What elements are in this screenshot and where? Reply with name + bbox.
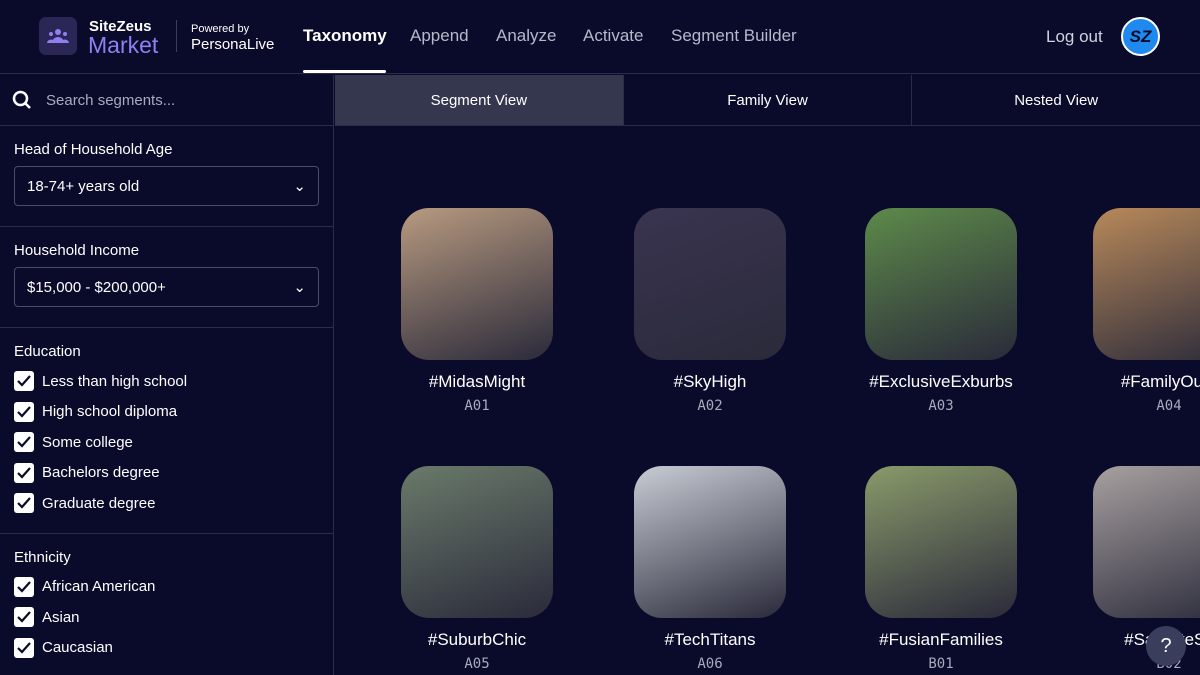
nav-segment-builder[interactable]: Segment Builder bbox=[671, 26, 797, 46]
segment-code: B01 bbox=[928, 656, 954, 672]
checkbox-option[interactable]: Bachelors degree bbox=[14, 458, 319, 489]
segment-image[interactable] bbox=[1093, 208, 1200, 360]
segment-card[interactable]: #SkyHigh A02 bbox=[634, 208, 786, 414]
segment-name[interactable]: #FamilyOutp bbox=[1093, 372, 1200, 392]
tab-segment-view[interactable]: Segment View bbox=[335, 75, 624, 125]
segment-card[interactable]: #ExclusiveExburbs A03 bbox=[865, 208, 1017, 414]
segment-code: A02 bbox=[697, 398, 723, 414]
segment-code: A06 bbox=[697, 656, 723, 672]
checkbox-option[interactable]: Some college bbox=[14, 427, 319, 458]
checkbox-checked-icon[interactable] bbox=[14, 401, 34, 422]
checkbox-label: African American bbox=[42, 578, 156, 596]
checkbox-checked-icon[interactable] bbox=[14, 576, 34, 597]
brand-product: Market bbox=[88, 32, 159, 58]
checkbox-option[interactable]: African American bbox=[14, 572, 319, 603]
segment-card[interactable]: #SuburbChic A05 bbox=[401, 466, 553, 672]
powered-by: Powered by bbox=[191, 23, 250, 35]
ethnicity-label: Ethnicity bbox=[14, 548, 71, 566]
segment-image[interactable] bbox=[634, 466, 786, 618]
age-value: 18-74+ years old bbox=[27, 177, 140, 195]
checkbox-label: High school diploma bbox=[42, 403, 178, 421]
education-filter: Education Less than high school High scho… bbox=[0, 328, 333, 534]
checkbox-checked-icon[interactable] bbox=[14, 432, 34, 453]
checkbox-option[interactable]: Caucasian bbox=[14, 633, 319, 664]
segment-card[interactable]: #FamilyOutp A04 bbox=[1093, 208, 1200, 414]
segment-image[interactable] bbox=[1093, 466, 1200, 618]
nav-taxonomy[interactable]: Taxonomy bbox=[303, 26, 387, 46]
chevron-down-icon: ⌄ bbox=[293, 279, 306, 296]
segment-card[interactable]: #TechTitans A06 bbox=[634, 466, 786, 672]
filter-sidebar: Head of Household Age 18-74+ years old⌄ … bbox=[0, 75, 334, 675]
checkbox-checked-icon[interactable] bbox=[14, 371, 34, 392]
nav-analyze[interactable]: Analyze bbox=[496, 26, 556, 46]
checkbox-label: Caucasian bbox=[42, 639, 113, 657]
education-label: Education bbox=[14, 343, 81, 360]
top-header: SiteZeus Market Powered by PersonaLive T… bbox=[0, 0, 1200, 74]
income-label: Household Income bbox=[14, 242, 140, 259]
segment-card[interactable]: #MidasMight A01 bbox=[401, 208, 553, 414]
checkbox-option[interactable]: High school diploma bbox=[14, 397, 319, 428]
active-nav-indicator bbox=[303, 70, 386, 73]
view-tabs: Segment View Family View Nested View bbox=[335, 75, 1200, 126]
segment-image[interactable] bbox=[865, 208, 1017, 360]
nav-activate[interactable]: Activate bbox=[583, 26, 643, 46]
divider bbox=[176, 20, 177, 52]
tab-nested-view[interactable]: Nested View bbox=[912, 75, 1200, 125]
checkbox-checked-icon[interactable] bbox=[14, 462, 34, 483]
segment-name[interactable]: #FusianFamilies bbox=[865, 630, 1017, 650]
segment-code: A05 bbox=[464, 656, 490, 672]
avatar[interactable]: SZ bbox=[1121, 17, 1160, 56]
segment-code: A03 bbox=[928, 398, 954, 414]
ethnicity-filter: Ethnicity African American Asian Caucasian bbox=[0, 534, 333, 675]
income-select[interactable]: $15,000 - $200,000+ ⌄ bbox=[14, 267, 319, 307]
segment-name[interactable]: #SuburbChic bbox=[401, 630, 553, 650]
segment-image[interactable] bbox=[634, 208, 786, 360]
search-bar bbox=[0, 75, 333, 126]
segment-name[interactable]: #TechTitans bbox=[634, 630, 786, 650]
segment-card[interactable]: #FusianFamilies B01 bbox=[865, 466, 1017, 672]
checkbox-checked-icon[interactable] bbox=[14, 637, 34, 658]
checkbox-label: Some college bbox=[42, 433, 133, 451]
checkbox-option[interactable]: Graduate degree bbox=[14, 488, 319, 519]
age-label: Head of Household Age bbox=[14, 141, 173, 158]
income-value: $15,000 - $200,000+ bbox=[27, 278, 166, 296]
tab-family-view[interactable]: Family View bbox=[624, 75, 913, 125]
checkbox-option[interactable]: Less than high school bbox=[14, 366, 319, 397]
segment-code: A01 bbox=[464, 398, 490, 414]
segment-image[interactable] bbox=[401, 208, 553, 360]
checkbox-checked-icon[interactable] bbox=[14, 493, 34, 514]
partner-name: PersonaLive bbox=[191, 36, 275, 53]
segment-image[interactable] bbox=[401, 466, 553, 618]
segment-image[interactable] bbox=[865, 466, 1017, 618]
segment-code: A04 bbox=[1156, 398, 1182, 414]
chevron-down-icon: ⌄ bbox=[293, 178, 306, 195]
checkbox-option[interactable]: Asian bbox=[14, 602, 319, 633]
checkbox-label: Less than high school bbox=[42, 372, 188, 390]
nav-append[interactable]: Append bbox=[410, 26, 469, 46]
checkbox-label: Bachelors degree bbox=[42, 464, 160, 482]
logo-icon[interactable] bbox=[39, 17, 77, 55]
income-filter: Household Income $15,000 - $200,000+ ⌄ bbox=[0, 227, 333, 328]
logout-link[interactable]: Log out bbox=[1046, 27, 1103, 47]
help-button[interactable]: ? bbox=[1146, 626, 1186, 666]
segment-code: B02 bbox=[1093, 656, 1200, 672]
checkbox-label: Asian bbox=[42, 608, 80, 626]
age-select[interactable]: 18-74+ years old ⌄ bbox=[14, 166, 319, 206]
segment-name[interactable]: #ExclusiveExburbs bbox=[865, 372, 1017, 392]
segment-name[interactable]: #MidasMight bbox=[401, 372, 553, 392]
segment-name[interactable]: #SkyHigh bbox=[634, 372, 786, 392]
checkbox-label: Graduate degree bbox=[42, 494, 156, 512]
checkbox-checked-icon[interactable] bbox=[14, 607, 34, 628]
search-icon bbox=[12, 90, 31, 109]
age-filter: Head of Household Age 18-74+ years old ⌄ bbox=[0, 126, 333, 227]
search-input[interactable] bbox=[46, 91, 306, 109]
